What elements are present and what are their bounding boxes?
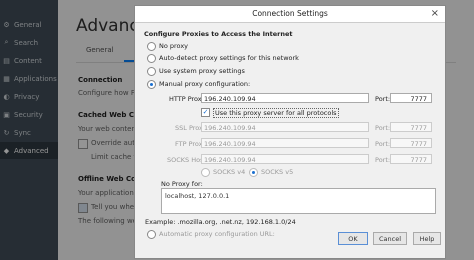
radio-no-proxy[interactable] xyxy=(147,42,156,51)
ssl-port-label: Port: xyxy=(375,124,391,132)
ftp-port-label: Port: xyxy=(375,140,391,148)
socks-host-input[interactable]: 196.240.109.94 xyxy=(201,154,369,164)
no-proxy-textarea[interactable]: localhost, 127.0.0.1 xyxy=(161,188,436,214)
radio-system-proxy[interactable] xyxy=(147,67,156,76)
manual-proxy-label: Manual proxy configuration: xyxy=(159,80,251,88)
radio-manual-proxy[interactable] xyxy=(147,80,156,89)
ftp-proxy-input[interactable]: 196.240.109.94 xyxy=(201,138,369,148)
no-proxy-for-label: No Proxy for: xyxy=(161,180,203,188)
close-icon[interactable]: × xyxy=(431,8,439,19)
cancel-button[interactable]: Cancel xyxy=(373,232,407,245)
ftp-port-input[interactable]: 7777 xyxy=(390,138,432,148)
http-proxy-input[interactable]: 196.240.109.94 xyxy=(201,93,369,103)
socks-port-label: Port: xyxy=(375,156,391,164)
proxy-heading: Configure Proxies to Access the Internet xyxy=(144,30,293,38)
help-button[interactable]: Help xyxy=(413,232,441,245)
radio-auto-config[interactable] xyxy=(147,230,156,239)
auto-detect-label: Auto-detect proxy settings for this netw… xyxy=(159,54,299,62)
ok-button[interactable]: OK xyxy=(338,232,368,245)
radio-socks-v5[interactable] xyxy=(249,168,258,177)
system-proxy-label: Use system proxy settings xyxy=(159,67,245,75)
socks-v5-label: SOCKS v5 xyxy=(261,168,294,176)
ssl-proxy-input[interactable]: 196.240.109.94 xyxy=(201,122,369,132)
auto-config-label: Automatic proxy configuration URL: xyxy=(159,230,275,238)
use-all-protocols-label: Use this proxy server for all protocols xyxy=(213,108,339,118)
radio-auto-detect[interactable] xyxy=(147,54,156,63)
connection-settings-dialog: Connection Settings × Configure Proxies … xyxy=(134,5,446,259)
use-all-protocols-checkbox[interactable]: ✓ xyxy=(201,108,210,117)
radio-socks-v4[interactable] xyxy=(201,168,210,177)
http-port-input[interactable]: 7777 xyxy=(390,93,432,103)
ssl-port-input[interactable]: 7777 xyxy=(390,122,432,132)
example-text: Example: .mozilla.org, .net.nz, 192.168.… xyxy=(145,218,296,226)
socks-v4-label: SOCKS v4 xyxy=(213,168,246,176)
http-port-label: Port: xyxy=(375,95,391,103)
socks-port-input[interactable]: 7777 xyxy=(390,154,432,164)
no-proxy-label: No proxy xyxy=(159,42,189,50)
dialog-title: Connection Settings xyxy=(135,6,445,23)
